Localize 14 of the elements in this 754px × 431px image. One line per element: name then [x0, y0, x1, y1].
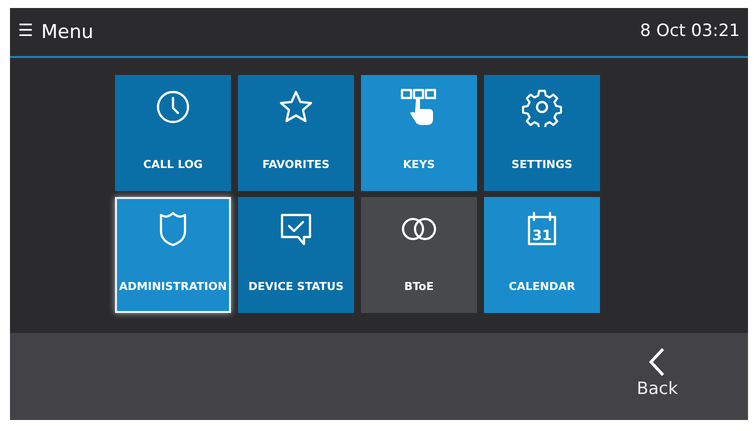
- menu-tile[interactable]: SETTINGS: [484, 75, 600, 191]
- menu-icon[interactable]: ☰: [18, 19, 34, 45]
- back-button[interactable]: Back: [636, 333, 678, 420]
- menu-tile[interactable]: DEVICE STATUS: [238, 197, 354, 313]
- menu-tile[interactable]: FAVORITES: [238, 75, 354, 191]
- menu-tile[interactable]: ADMINISTRATION: [115, 197, 231, 313]
- screen-title: Menu: [41, 20, 94, 45]
- menu-tile[interactable]: KEYS: [361, 75, 477, 191]
- menu-tile[interactable]: 31 CALENDAR: [484, 197, 600, 313]
- menu-tile[interactable]: CALL LOG: [115, 75, 231, 191]
- gear-icon: [522, 87, 562, 127]
- touch-keys-icon: [399, 87, 439, 127]
- menu-tile[interactable]: BToE: [361, 197, 477, 313]
- date-time: 8 Oct 03:21: [640, 20, 740, 44]
